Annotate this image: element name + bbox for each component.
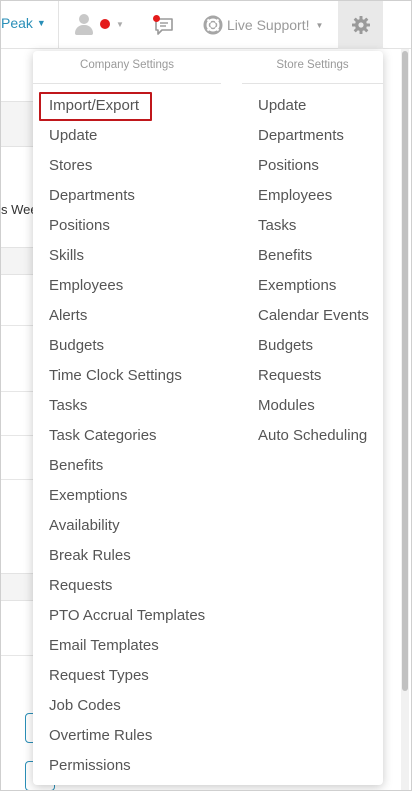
live-support-label: Live Support! xyxy=(227,17,310,33)
company-menu-item-departments[interactable]: Departments xyxy=(33,181,221,211)
store-menu-item-update[interactable]: Update xyxy=(242,91,383,121)
store-menu-item-requests[interactable]: Requests xyxy=(242,361,383,391)
company-menu-item-employees[interactable]: Employees xyxy=(33,271,221,301)
company-menu-item-stores[interactable]: Stores xyxy=(33,151,221,181)
company-menu-item-update[interactable]: Update xyxy=(33,121,221,151)
company-menu-item-permissions[interactable]: Permissions xyxy=(33,751,221,781)
company-menu-item-skills[interactable]: Skills xyxy=(33,241,221,271)
chevron-down-icon: ▼ xyxy=(36,18,46,28)
store-menu-item-positions[interactable]: Positions xyxy=(242,151,383,181)
user-icon xyxy=(73,13,95,35)
app-window: Peak ▼ ▼ Live Support! ▼ s Wee Company S… xyxy=(0,0,412,791)
chevron-down-icon: ▼ xyxy=(116,19,124,29)
company-menu-item-exemptions[interactable]: Exemptions xyxy=(33,481,221,511)
company-menu-item-alerts[interactable]: Alerts xyxy=(33,301,221,331)
store-menu-item-modules[interactable]: Modules xyxy=(242,391,383,421)
company-menu-item-budgets[interactable]: Budgets xyxy=(33,331,221,361)
store-menu-item-departments[interactable]: Departments xyxy=(242,121,383,151)
company-menu-item-requests[interactable]: Requests xyxy=(33,571,221,601)
notification-dot-icon xyxy=(153,15,160,22)
store-settings-list: Update Departments Positions Employees Tasks… xyxy=(242,84,383,451)
company-menu-item-task-categories[interactable]: Task Categories xyxy=(33,421,221,451)
store-selector[interactable]: Peak ▼ xyxy=(1,15,46,31)
store-selector-label: Peak xyxy=(1,15,33,31)
store-settings-header: Store Settings xyxy=(242,51,383,84)
lifebuoy-icon xyxy=(203,15,223,35)
company-menu-item-email-templates[interactable]: Email Templates xyxy=(33,631,221,661)
company-menu-item-positions[interactable]: Positions xyxy=(33,211,221,241)
scrollbar-thumb[interactable] xyxy=(402,51,408,691)
company-menu-item-availability[interactable]: Availability xyxy=(33,511,221,541)
company-menu-item-request-types[interactable]: Request Types xyxy=(33,661,221,691)
company-menu-item-pto-accrual-templates[interactable]: PTO Accrual Templates xyxy=(33,601,221,631)
company-menu-item-overtime-rules[interactable]: Overtime Rules xyxy=(33,721,221,751)
store-menu-item-employees[interactable]: Employees xyxy=(242,181,383,211)
store-menu-item-exemptions[interactable]: Exemptions xyxy=(242,271,383,301)
gear-icon xyxy=(351,16,370,34)
store-menu-item-auto-scheduling[interactable]: Auto Scheduling xyxy=(242,421,383,451)
company-settings-column: Company Settings Import/Export Update Stor… xyxy=(33,51,221,781)
company-menu-item-benefits[interactable]: Benefits xyxy=(33,451,221,481)
messages-button[interactable] xyxy=(153,15,175,37)
top-navbar: Peak ▼ ▼ Live Support! ▼ xyxy=(1,1,411,49)
page-scrollbar[interactable] xyxy=(401,49,409,790)
store-menu-item-tasks[interactable]: Tasks xyxy=(242,211,383,241)
chevron-down-icon: ▼ xyxy=(315,20,324,30)
store-menu-item-budgets[interactable]: Budgets xyxy=(242,331,383,361)
live-support-button[interactable]: Live Support! ▼ xyxy=(203,15,323,35)
company-menu-item-import-export[interactable]: Import/Export xyxy=(33,91,221,121)
company-menu-item-tasks[interactable]: Tasks xyxy=(33,391,221,421)
company-menu-item-break-rules[interactable]: Break Rules xyxy=(33,541,221,571)
store-menu-item-benefits[interactable]: Benefits xyxy=(242,241,383,271)
store-settings-column: Store Settings Update Departments Position… xyxy=(242,51,383,451)
store-menu-item-calendar-events[interactable]: Calendar Events xyxy=(242,301,383,331)
settings-button[interactable] xyxy=(338,1,383,49)
company-menu-item-job-codes[interactable]: Job Codes xyxy=(33,691,221,721)
settings-dropdown: Company Settings Import/Export Update Stor… xyxy=(33,51,383,785)
company-settings-list: Import/Export Update Stores Departments Posi… xyxy=(33,84,221,781)
navbar-divider xyxy=(58,1,59,49)
company-menu-item-time-clock-settings[interactable]: Time Clock Settings xyxy=(33,361,221,391)
status-dot-icon xyxy=(100,19,110,29)
user-menu[interactable]: ▼ xyxy=(73,13,124,35)
company-settings-header: Company Settings xyxy=(33,51,221,84)
